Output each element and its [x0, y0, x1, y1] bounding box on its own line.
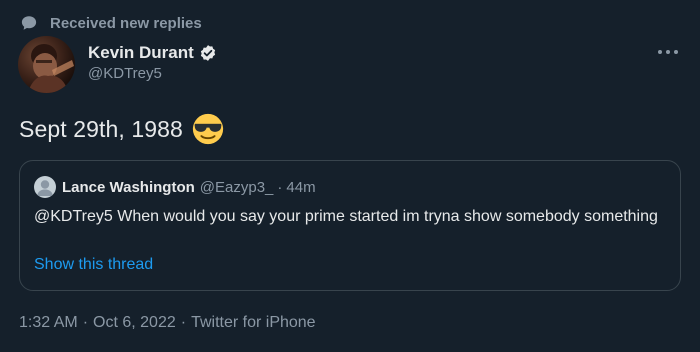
tweet-source[interactable]: Twitter for iPhone: [191, 314, 316, 332]
verified-badge-icon: [200, 45, 215, 61]
author-name[interactable]: Kevin Durant: [88, 43, 194, 63]
more-options-button[interactable]: [655, 42, 681, 62]
tweet-text-row: Sept 29th, 1988: [19, 111, 225, 147]
separator-dot: ·: [82, 314, 89, 331]
separator-dot: ·: [180, 314, 187, 331]
quote-timestamp[interactable]: 44m: [286, 179, 315, 196]
tweet-time[interactable]: 1:32 AM: [19, 314, 78, 332]
quote-author-name[interactable]: Lance Washington: [62, 179, 195, 196]
speech-bubble-icon: [21, 16, 37, 30]
quoted-tweet-card[interactable]: Lance Washington @Eazyp3_ · 44m @KDTrey5…: [19, 160, 681, 291]
author-avatar[interactable]: [18, 36, 75, 93]
author-name-row[interactable]: Kevin Durant: [88, 41, 217, 65]
tweet-date[interactable]: Oct 6, 2022: [93, 314, 176, 332]
context-row: Received new replies: [20, 12, 202, 34]
tweet-metadata: 1:32 AM · Oct 6, 2022 · Twitter for iPho…: [19, 312, 316, 334]
quote-header: Lance Washington @Eazyp3_ · 44m: [34, 176, 316, 198]
author-handle[interactable]: @KDTrey5: [88, 65, 162, 82]
tweet-text: Sept 29th, 1988: [19, 115, 183, 142]
quote-author-handle[interactable]: @Eazyp3_: [200, 179, 274, 196]
quote-text: @KDTrey5 When would you say your prime s…: [34, 208, 658, 225]
quote-separator: ·: [277, 178, 283, 196]
show-thread-link[interactable]: Show this thread: [34, 256, 153, 274]
quote-avatar[interactable]: [34, 176, 56, 198]
more-dots-icon: [658, 50, 678, 54]
context-label: Received new replies: [50, 14, 202, 32]
smiling-face-with-sunglasses-icon: [192, 113, 224, 145]
